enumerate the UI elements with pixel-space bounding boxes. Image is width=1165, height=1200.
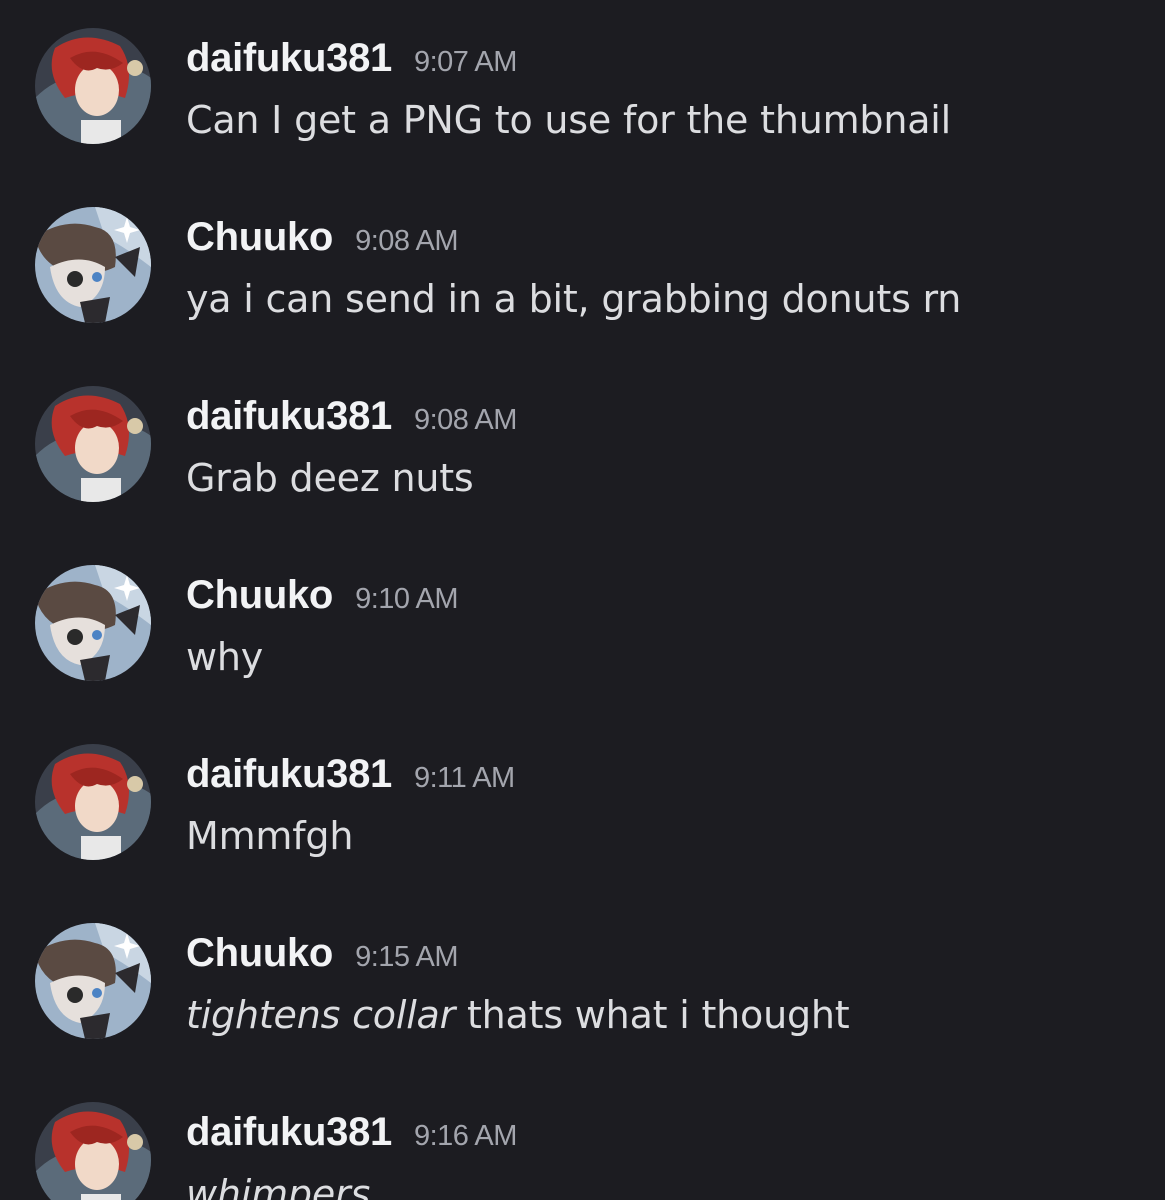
- timestamp: 9:16 AM: [413, 1120, 517, 1152]
- daifuku-avatar-image: [35, 386, 151, 502]
- message-content: Grab deez nuts: [186, 456, 474, 500]
- message-text: Mmmfgh: [186, 814, 354, 858]
- timestamp: 9:10 AM: [355, 583, 458, 615]
- chat-message-list: daifuku381 9:07 AM Can I get a PNG to use…: [0, 0, 1165, 1200]
- timestamp: 9:11 AM: [413, 762, 515, 794]
- message-item: daifuku381 9:16 AM whimpers: [0, 1074, 1165, 1200]
- user-avatar[interactable]: [35, 565, 151, 681]
- timestamp: 9:08 AM: [355, 225, 458, 257]
- daifuku-avatar-image: [35, 1102, 151, 1200]
- timestamp: 9:07 AM: [413, 46, 517, 78]
- message-header: daifuku381 9:11 AM: [186, 752, 515, 802]
- message-header: Chuuko 9:10 AM: [186, 573, 458, 623]
- message-text: Grab deez nuts: [186, 456, 474, 500]
- message-text: thats what i thought: [455, 993, 850, 1037]
- message-content: Mmmfgh: [186, 814, 353, 858]
- username[interactable]: Chuuko: [186, 573, 333, 617]
- username[interactable]: daifuku381: [186, 394, 392, 438]
- message-header: Chuuko 9:08 AM: [186, 215, 458, 265]
- message-text: why: [186, 635, 264, 679]
- user-avatar[interactable]: [35, 386, 151, 502]
- username[interactable]: daifuku381: [186, 36, 392, 80]
- user-avatar[interactable]: [35, 744, 151, 860]
- message-content: tightens collar thats what i thought: [186, 993, 850, 1037]
- chuuko-avatar-image: [35, 565, 151, 681]
- message-header: daifuku381 9:07 AM: [186, 36, 517, 86]
- message-italic-text: tightens collar: [186, 993, 456, 1037]
- chuuko-avatar-image: [35, 923, 151, 1039]
- user-avatar[interactable]: [35, 923, 151, 1039]
- message-content: why: [186, 635, 263, 679]
- username[interactable]: daifuku381: [186, 752, 392, 796]
- daifuku-avatar-image: [35, 744, 151, 860]
- chuuko-avatar-image: [35, 207, 151, 323]
- daifuku-avatar-image: [35, 28, 151, 144]
- message-item: daifuku381 9:11 AM Mmmfgh: [0, 716, 1165, 876]
- message-item: Chuuko 9:15 AM tightens collar thats what…: [0, 895, 1165, 1055]
- username[interactable]: Chuuko: [186, 215, 333, 259]
- message-text: Can I get a PNG to use for the thumbnail: [186, 98, 952, 142]
- timestamp: 9:08 AM: [413, 404, 517, 436]
- username[interactable]: daifuku381: [186, 1110, 392, 1154]
- message-italic-text: whimpers: [186, 1172, 371, 1200]
- user-avatar[interactable]: [35, 207, 151, 323]
- message-text: ya i can send in a bit, grabbing donuts …: [186, 277, 962, 321]
- user-avatar[interactable]: [35, 28, 151, 144]
- message-header: Chuuko 9:15 AM: [186, 931, 458, 981]
- message-content: Can I get a PNG to use for the thumbnail: [186, 98, 951, 142]
- message-item: daifuku381 9:07 AM Can I get a PNG to use…: [0, 0, 1165, 160]
- message-header: daifuku381 9:16 AM: [186, 1110, 517, 1160]
- timestamp: 9:15 AM: [355, 941, 458, 973]
- message-item: Chuuko 9:10 AM why: [0, 537, 1165, 697]
- message-item: Chuuko 9:08 AM ya i can send in a bit, gr…: [0, 179, 1165, 339]
- message-content: whimpers: [186, 1172, 370, 1200]
- user-avatar[interactable]: [35, 1102, 151, 1200]
- username[interactable]: Chuuko: [186, 931, 333, 975]
- message-content: ya i can send in a bit, grabbing donuts …: [186, 277, 961, 321]
- message-header: daifuku381 9:08 AM: [186, 394, 517, 444]
- message-item: daifuku381 9:08 AM Grab deez nuts: [0, 358, 1165, 518]
